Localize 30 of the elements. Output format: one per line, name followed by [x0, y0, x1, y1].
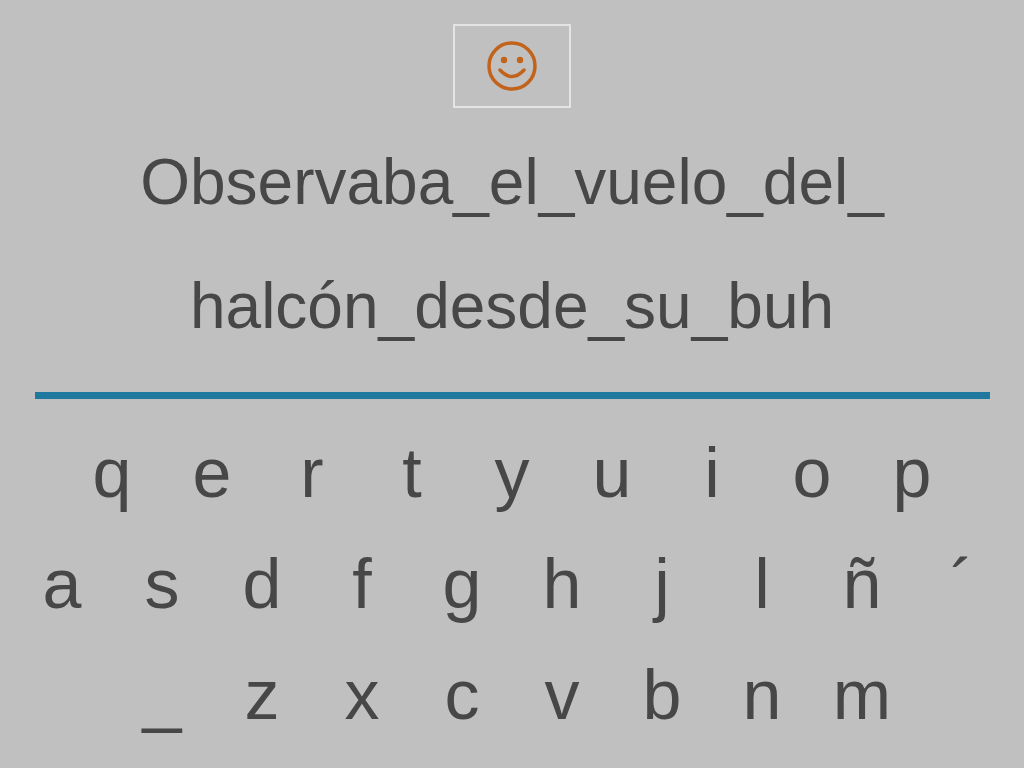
letter-key[interactable]: _ [114, 649, 210, 740]
letter-key[interactable]: s [114, 538, 210, 629]
letter-key[interactable]: ´ [914, 538, 1010, 629]
letter-key[interactable]: t [364, 427, 460, 518]
letter-key[interactable]: ñ [814, 538, 910, 629]
letter-key[interactable]: g [414, 538, 510, 629]
letter-key[interactable]: x [314, 649, 410, 740]
letter-key[interactable]: c [414, 649, 510, 740]
letter-key[interactable]: r [264, 427, 360, 518]
letter-key[interactable]: u [564, 427, 660, 518]
letter-key[interactable]: q [64, 427, 160, 518]
letter-key[interactable]: l [714, 538, 810, 629]
letter-key[interactable]: i [664, 427, 760, 518]
letter-key[interactable]: m [814, 649, 910, 740]
letter-key[interactable]: d [214, 538, 310, 629]
letter-key[interactable]: v [514, 649, 610, 740]
letter-key[interactable]: o [764, 427, 860, 518]
sentence-text: halcón_desde_su_buh [189, 269, 835, 344]
letter-key[interactable]: p [864, 427, 960, 518]
letter-key[interactable]: h [514, 538, 610, 629]
letter-key[interactable]: y [464, 427, 560, 518]
letter-key[interactable]: n [714, 649, 810, 740]
letter-key[interactable]: j [614, 538, 710, 629]
sentence-text: Observaba_el_vuelo_del_ [140, 145, 884, 220]
letter-key[interactable]: z [214, 649, 310, 740]
letter-key[interactable]: e [164, 427, 260, 518]
letter-key[interactable]: b [614, 649, 710, 740]
letter-key[interactable]: f [314, 538, 410, 629]
smiley-icon [486, 40, 538, 92]
letter-key[interactable]: a [14, 538, 110, 629]
